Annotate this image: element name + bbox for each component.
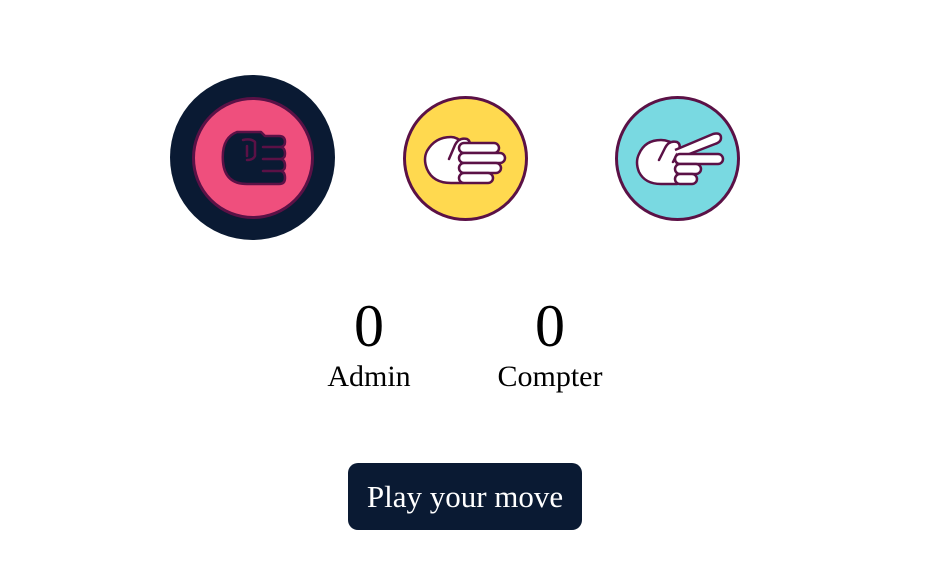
scissors-choice-button[interactable] [615,96,740,221]
paper-choice-button[interactable] [403,96,528,221]
play-move-button[interactable]: Play your move [348,463,582,530]
admin-score: 0 Admin [309,296,429,394]
scissors-hand-icon [635,131,724,185]
rock-fist-icon [221,130,286,185]
admin-score-label: Admin [327,360,411,393]
rock-choice-button[interactable] [170,75,335,240]
computer-score-value: 0 [535,293,565,359]
paper-hand-icon [423,135,506,184]
computer-score-label: Compter [497,360,603,393]
rock-choice-inner [191,96,314,219]
admin-score-value: 0 [354,293,384,359]
computer-score: 0 Compter [480,296,620,394]
